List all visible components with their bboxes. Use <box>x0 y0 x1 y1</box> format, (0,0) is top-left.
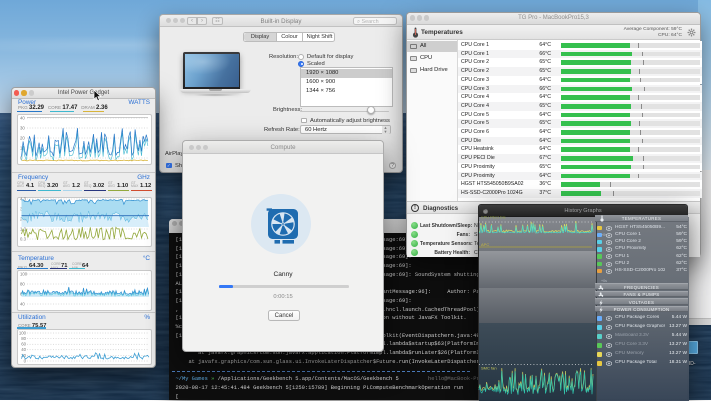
svg-text:APC: APC <box>481 242 489 247</box>
svg-text:20: 20 <box>20 136 25 141</box>
svg-text:0.3: 0.3 <box>20 237 27 242</box>
svg-text:30: 30 <box>20 126 25 131</box>
svg-text:80: 80 <box>21 336 26 341</box>
svg-text:60: 60 <box>21 342 26 347</box>
svg-text:80: 80 <box>20 282 25 287</box>
svg-text:SMC fan: SMC fan <box>481 366 497 371</box>
svg-text:40: 40 <box>20 302 25 307</box>
svg-text:100: 100 <box>19 331 27 336</box>
svg-text:40: 40 <box>21 347 26 352</box>
svg-text:40: 40 <box>20 116 25 121</box>
svg-text:CPU PECI Die: CPU PECI Die <box>481 216 506 220</box>
svg-text:100: 100 <box>20 272 28 277</box>
